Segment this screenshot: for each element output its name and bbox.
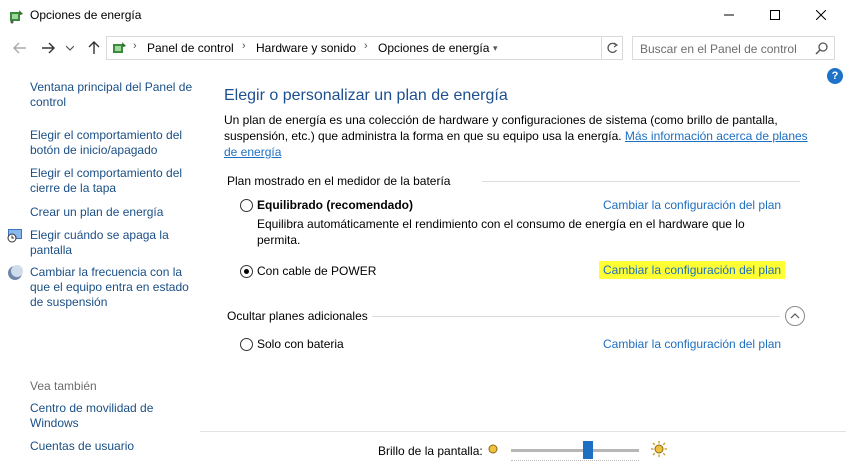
brightness-label: Brillo de la pantalla: bbox=[378, 444, 483, 458]
recent-locations-button[interactable] bbox=[63, 38, 77, 58]
chevron-up-icon bbox=[790, 313, 800, 319]
plan-equilibrado-label[interactable]: Equilibrado (recomendado) bbox=[257, 198, 413, 212]
plan-con-cable-radio[interactable] bbox=[240, 265, 253, 278]
sidebar-item-mobility-center[interactable]: Centro de movilidad de Windows bbox=[30, 401, 195, 431]
breadcrumb-separator-icon[interactable]: › bbox=[364, 40, 368, 52]
title-bar: Opciones de energía bbox=[0, 0, 846, 32]
address-dropdown-icon[interactable]: ▾ bbox=[493, 43, 498, 54]
breadcrumb-separator-icon[interactable]: › bbox=[133, 40, 137, 52]
sidebar-item-display-off[interactable]: Elegir cuándo se apaga la pantalla bbox=[30, 228, 195, 258]
breadcrumb-panel-de-control[interactable]: Panel de control bbox=[147, 41, 234, 55]
back-arrow-icon bbox=[13, 42, 26, 54]
sidebar-item-control-panel-home[interactable]: Ventana principal del Panel de control bbox=[30, 80, 195, 110]
page-title: Elegir o personalizar un plan de energía bbox=[224, 87, 508, 104]
plan-equilibrado-description: Equilibra automáticamente el rendimiento… bbox=[257, 217, 745, 247]
power-options-icon bbox=[8, 8, 24, 24]
search-input[interactable]: Buscar en el Panel de control bbox=[632, 36, 835, 60]
address-bar[interactable]: › Panel de control › Hardware y sonido ›… bbox=[106, 36, 602, 60]
sidebar-item-power-button[interactable]: Elegir el comportamiento del botón de in… bbox=[30, 128, 195, 158]
sidebar-item-sleep[interactable]: Cambiar la frecuencia con la que el equi… bbox=[30, 265, 195, 310]
up-arrow-icon bbox=[88, 41, 100, 54]
minimize-button[interactable] bbox=[706, 0, 752, 30]
plan-equilibrado-change-link[interactable]: Cambiar la configuración del plan bbox=[603, 198, 781, 212]
plan-con-cable-label[interactable]: Con cable de POWER bbox=[257, 264, 376, 278]
window-title: Opciones de energía bbox=[30, 8, 142, 22]
page-description: Un plan de energía es una colección de h… bbox=[224, 112, 814, 160]
close-button[interactable] bbox=[798, 0, 844, 30]
plan-solo-bateria-radio[interactable] bbox=[240, 338, 253, 351]
brightness-slider-thumb[interactable] bbox=[582, 441, 593, 459]
power-options-icon bbox=[111, 40, 127, 59]
search-placeholder: Buscar en el Panel de control bbox=[640, 42, 797, 56]
brightness-slider-ticks bbox=[511, 460, 639, 463]
brightness-high-icon bbox=[651, 441, 667, 460]
moon-icon bbox=[7, 265, 23, 281]
search-icon[interactable] bbox=[815, 41, 829, 58]
plan-con-cable-change-link[interactable]: Cambiar la configuración del plan bbox=[599, 261, 786, 279]
sidebar-item-create-plan[interactable]: Crear un plan de energía bbox=[30, 205, 195, 220]
refresh-button[interactable] bbox=[601, 36, 623, 60]
monitor-clock-icon bbox=[7, 227, 23, 243]
section-divider bbox=[372, 316, 780, 317]
up-button[interactable] bbox=[84, 38, 104, 58]
sidebar-item-user-accounts[interactable]: Cuentas de usuario bbox=[30, 439, 195, 454]
back-button[interactable] bbox=[10, 38, 30, 58]
sidebar-item-lid-close[interactable]: Elegir el comportamiento del cierre de l… bbox=[30, 166, 195, 196]
plan-solo-bateria-change-link[interactable]: Cambiar la configuración del plan bbox=[603, 337, 781, 351]
maximize-button[interactable] bbox=[752, 0, 798, 30]
battery-meter-section-label: Plan mostrado en el medidor de la baterí… bbox=[227, 174, 451, 188]
forward-button[interactable] bbox=[38, 38, 58, 58]
see-also-heading: Vea también bbox=[30, 379, 97, 393]
forward-arrow-icon bbox=[42, 42, 55, 54]
brightness-slider-track[interactable] bbox=[511, 449, 639, 452]
brightness-bar bbox=[200, 431, 846, 475]
section-divider bbox=[482, 181, 800, 182]
breadcrumb-opciones-de-energia[interactable]: Opciones de energía bbox=[378, 41, 489, 55]
breadcrumb-separator-icon[interactable]: › bbox=[242, 40, 246, 52]
brightness-low-icon bbox=[487, 443, 499, 458]
hide-additional-plans-label: Ocultar planes adicionales bbox=[227, 309, 368, 323]
help-button[interactable]: ? bbox=[827, 68, 843, 84]
breadcrumb-hardware-y-sonido[interactable]: Hardware y sonido bbox=[256, 41, 356, 55]
chevron-down-icon bbox=[66, 45, 74, 51]
plan-equilibrado-radio[interactable] bbox=[240, 199, 253, 212]
refresh-icon bbox=[606, 42, 618, 53]
plan-solo-bateria-label[interactable]: Solo con bateria bbox=[257, 337, 344, 351]
collapse-button[interactable] bbox=[785, 306, 805, 326]
